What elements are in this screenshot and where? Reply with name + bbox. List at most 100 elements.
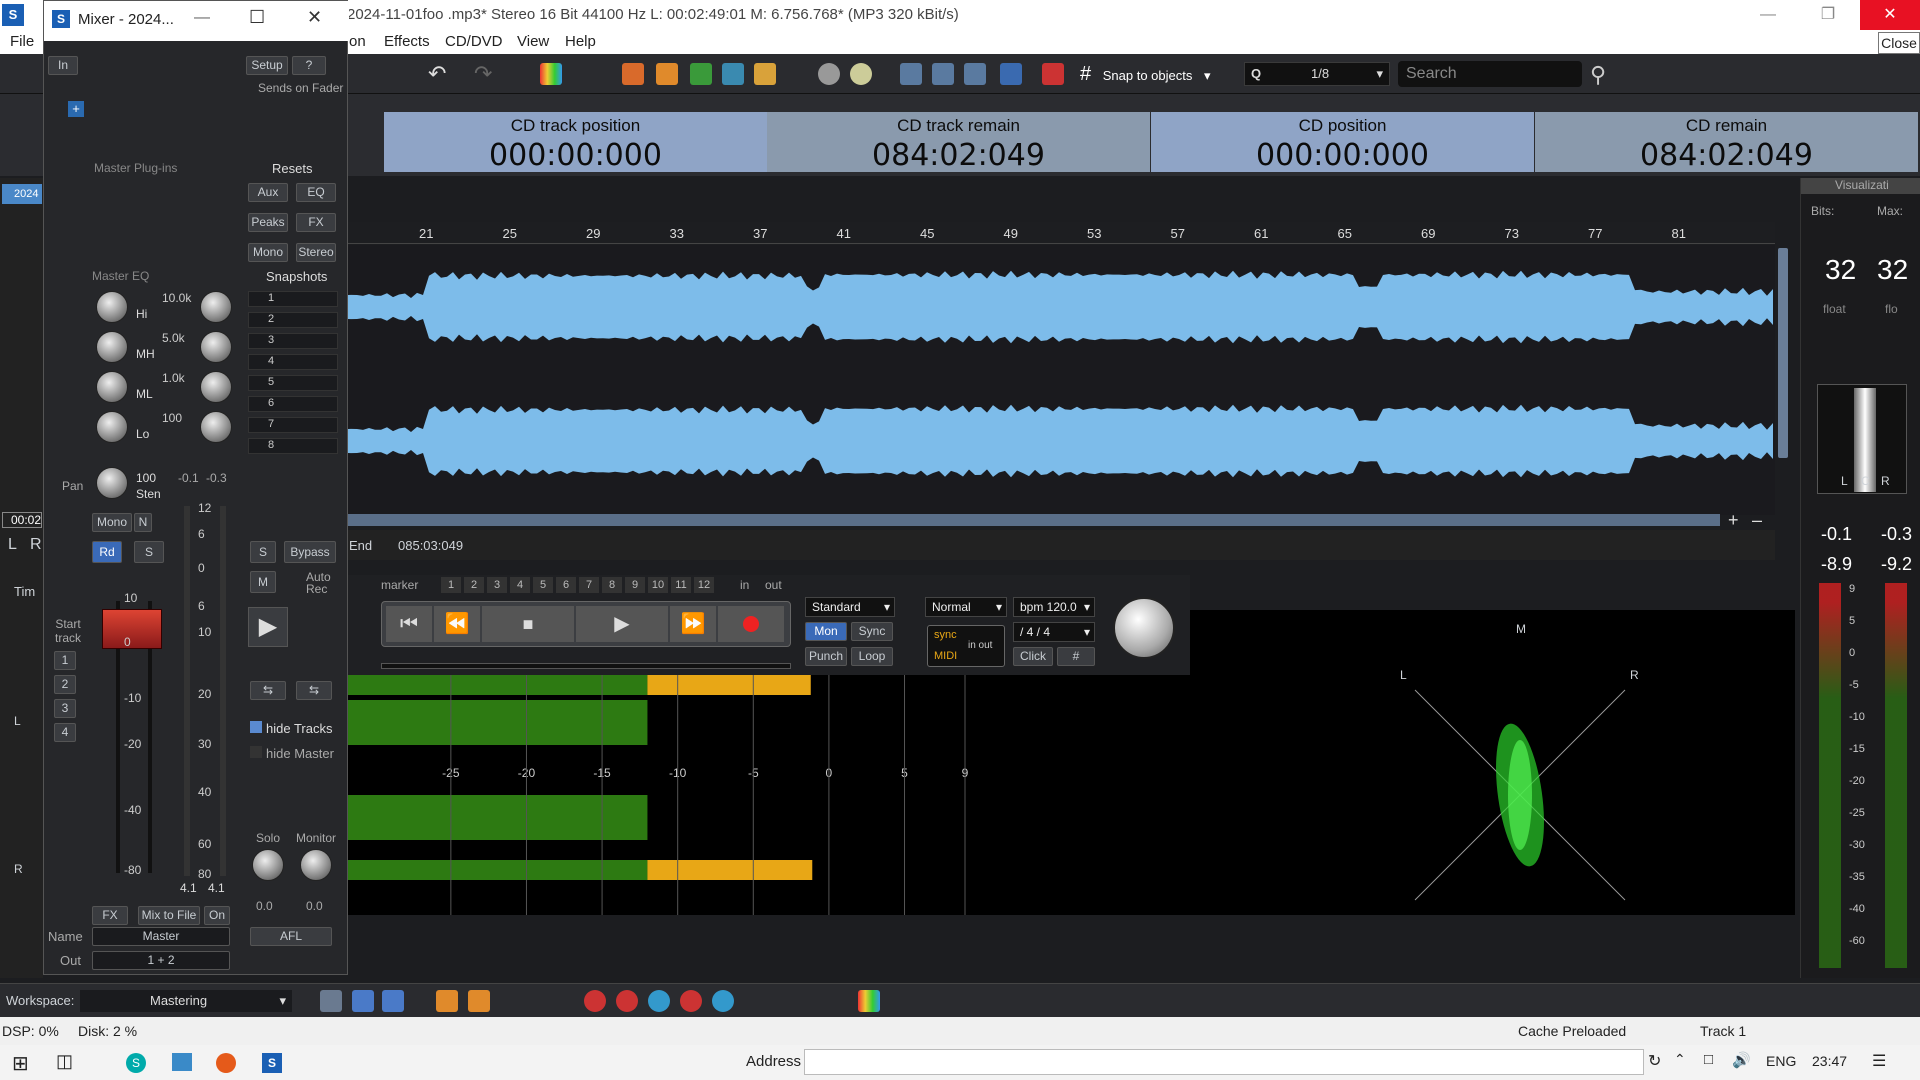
record-tracks-icon[interactable] — [382, 990, 404, 1012]
marker-green-icon[interactable] — [690, 63, 712, 85]
marker-1-button[interactable]: 1 — [441, 577, 461, 593]
marker-3-button[interactable]: 3 — [487, 577, 507, 593]
marker-11-button[interactable]: 11 — [671, 577, 691, 593]
marker-m-icon[interactable] — [622, 63, 644, 85]
record-button[interactable] — [718, 606, 784, 642]
menu-cddvd[interactable]: CD/DVD — [445, 33, 503, 50]
normal-dropdown[interactable]: Normal ▾ — [925, 597, 1007, 617]
horizontal-scrollbar[interactable] — [345, 514, 1720, 526]
tracks-icon[interactable] — [352, 990, 374, 1012]
explorer-icon[interactable] — [172, 1053, 192, 1071]
maximize-button[interactable]: ❐ — [1805, 0, 1851, 30]
marker-8-button[interactable]: 8 — [602, 577, 622, 593]
n-toggle[interactable]: N — [134, 513, 152, 532]
mon-button[interactable]: Mon — [805, 622, 847, 641]
dvd-icon[interactable] — [850, 63, 872, 85]
marker-7-button[interactable]: 7 — [579, 577, 599, 593]
mix-to-file-button[interactable]: Mix to File — [138, 906, 200, 925]
eq-gain-knob-mh[interactable] — [96, 331, 128, 363]
refresh-icon[interactable]: ↻ — [1648, 1051, 1661, 1071]
loop-button[interactable]: Loop — [851, 647, 893, 666]
snapshot-1[interactable] — [248, 291, 338, 307]
bpm-dropdown[interactable]: bpm 120.0 ▾ — [1013, 597, 1095, 617]
click-button[interactable]: Click — [1013, 647, 1053, 666]
workspace-dropdown[interactable]: Mastering ▾ — [80, 990, 292, 1012]
snapshot-8[interactable] — [248, 438, 338, 454]
left-channel-button[interactable]: L — [8, 536, 17, 554]
zoom-out-icon[interactable]: – — [1752, 510, 1762, 531]
auto-rec-label[interactable]: Auto Rec — [306, 571, 336, 595]
eq-gain-knob-lo[interactable] — [96, 411, 128, 443]
mixer-close-button[interactable]: ✕ — [307, 7, 322, 28]
network-icon[interactable]: □ — [1704, 1051, 1713, 1068]
stereo-button[interactable]: Stereo — [296, 243, 336, 262]
menu-help[interactable]: Help — [565, 33, 596, 50]
snapshot-6[interactable] — [248, 396, 338, 412]
in-button[interactable]: In — [48, 56, 78, 75]
eq-gain-knob-ml[interactable] — [96, 371, 128, 403]
samplitude-taskbar-icon[interactable]: S — [262, 1053, 282, 1073]
start-track-3-button[interactable]: 3 — [54, 699, 76, 718]
marker-6-button[interactable]: 6 — [556, 577, 576, 593]
hide-tracks-toggle[interactable]: hide Tracks — [250, 721, 332, 736]
sync-button[interactable]: Sync — [851, 622, 893, 641]
punch-button[interactable]: Punch — [805, 647, 847, 666]
aux-button[interactable]: Aux — [248, 183, 288, 202]
eq-freq-knob-mh[interactable] — [200, 331, 232, 363]
firefox-icon[interactable] — [216, 1053, 236, 1073]
quantize-dropdown[interactable]: Q 1/8 ▾ — [1244, 62, 1390, 86]
master-play-button[interactable]: ▶ — [248, 607, 288, 647]
snapshot-7[interactable] — [248, 417, 338, 433]
out-button[interactable]: out — [765, 578, 782, 592]
eq-freq-knob-ml[interactable] — [200, 371, 232, 403]
position-slider[interactable] — [381, 663, 791, 669]
link-button-2[interactable]: ⇆ — [296, 681, 332, 700]
mixer-minimize-button[interactable]: — — [194, 9, 210, 27]
skip-start-button[interactable]: ⏮ — [386, 606, 432, 642]
menu-file[interactable]: File — [10, 33, 34, 50]
address-input[interactable] — [804, 1049, 1644, 1075]
spectrum-bars-icon[interactable] — [858, 990, 880, 1012]
minimize-button[interactable]: — — [1745, 0, 1791, 30]
sync-midi-panel[interactable]: sync MIDI in out — [927, 625, 1005, 667]
volume-icon[interactable]: 🔊 — [1732, 1051, 1751, 1069]
vertical-zoom-scrollbar[interactable] — [1778, 248, 1788, 458]
repeat-icon[interactable] — [932, 63, 954, 85]
loop-icon[interactable] — [900, 63, 922, 85]
hide-master-toggle[interactable]: hide Master — [250, 746, 334, 761]
snapshot-2[interactable] — [248, 312, 338, 328]
next-marker-icon[interactable] — [468, 990, 490, 1012]
tool-red-2-icon[interactable] — [616, 990, 638, 1012]
signature-dropdown[interactable]: / 4 / 4 ▾ — [1013, 622, 1095, 642]
marker-yellow-icon[interactable] — [754, 63, 776, 85]
fast-forward-button[interactable]: ⏩ — [670, 606, 716, 642]
rd-button[interactable]: Rd — [92, 541, 122, 563]
marker-blue-icon[interactable] — [722, 63, 744, 85]
eq-freq-knob-lo[interactable] — [200, 411, 232, 443]
undo-icon[interactable]: ↶ — [428, 63, 450, 85]
solo-knob[interactable] — [252, 849, 284, 881]
spectrum-icon[interactable] — [540, 63, 562, 85]
afl-button[interactable]: AFL — [250, 927, 332, 946]
tray-up-icon[interactable]: ⌃ — [1674, 1051, 1686, 1068]
stereo-width-label[interactable]: Sten — [136, 487, 161, 501]
fx-button[interactable]: FX — [296, 213, 336, 232]
cd-icon[interactable] — [818, 63, 840, 85]
mode-dropdown[interactable]: Standard ▾ — [805, 597, 895, 617]
timeline-ruler[interactable]: 21 25 29 33 37 41 45 49 53 57 61 65 69 73 77 81 — [345, 222, 1775, 244]
setup-button[interactable]: Setup — [246, 56, 288, 75]
snapshot-3[interactable] — [248, 333, 338, 349]
help-button[interactable]: ? — [292, 56, 326, 75]
close-button[interactable]: ✕ — [1860, 0, 1920, 30]
menu-effects[interactable]: Effects — [384, 33, 430, 50]
windows-start-icon[interactable]: ⊞ — [12, 1051, 29, 1076]
snap-dropdown[interactable]: # Snap to objects ▾ — [1080, 62, 1230, 86]
marker-2-button[interactable]: 2 — [464, 577, 484, 593]
window-icon[interactable] — [1000, 63, 1022, 85]
sends-on-fader[interactable]: Sends on Fader — [258, 81, 343, 95]
right-channel-button[interactable]: R — [30, 536, 42, 554]
track-tab[interactable]: 2024 — [2, 184, 42, 204]
magnet-icon[interactable] — [1042, 63, 1064, 85]
start-track-2-button[interactable]: 2 — [54, 675, 76, 694]
clock[interactable]: 23:47 — [1812, 1053, 1847, 1069]
